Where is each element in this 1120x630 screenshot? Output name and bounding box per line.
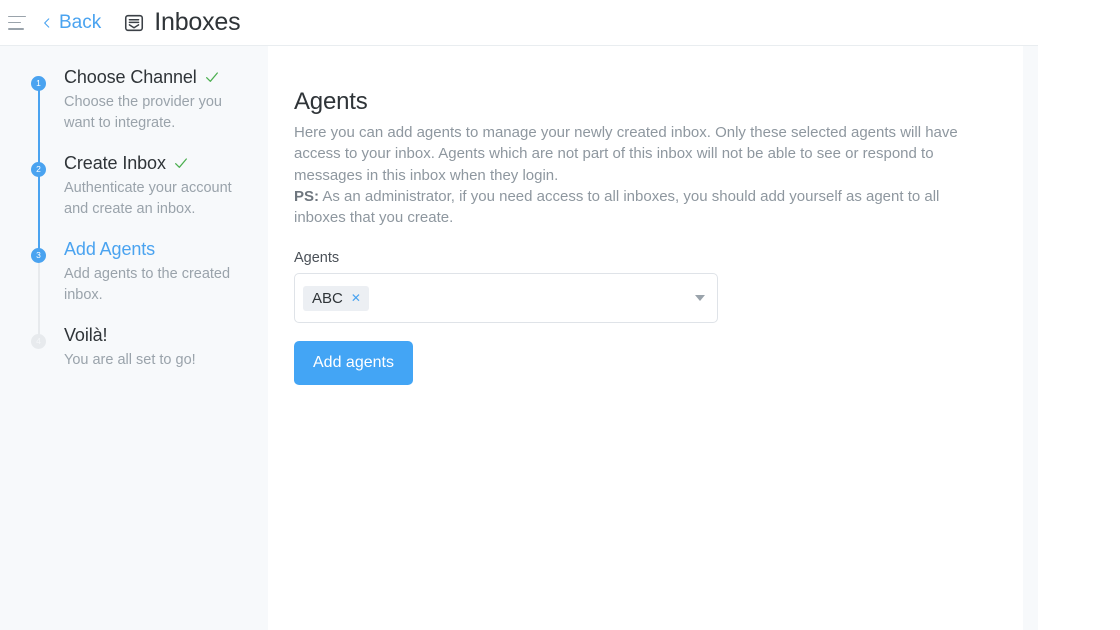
ps-text: As an administrator, if you need access … <box>294 187 940 227</box>
agents-field-label: Agents <box>294 250 340 267</box>
wizard-step-voila[interactable]: 4 Voilà! You are all set to go! <box>0 324 268 378</box>
step-title: Voilà! <box>64 324 108 345</box>
content-paragraph: Here you can add agents to manage your n… <box>294 124 958 184</box>
add-agents-button[interactable]: Add agents <box>294 341 413 386</box>
content-panel: Agents Here you can add agents to manage… <box>268 66 1023 630</box>
hamburger-icon[interactable] <box>8 15 26 30</box>
step-header: Add Agents <box>64 238 268 260</box>
inbox-icon <box>125 14 144 31</box>
step-description: Add agents to the created inbox. <box>64 266 231 304</box>
panel-gutter <box>1023 46 1038 630</box>
back-label: Back <box>59 11 102 33</box>
app-root: Back Inboxes 1 Choose Channel Choose the <box>0 0 1120 630</box>
step-header: Choose Channel <box>64 66 268 88</box>
wizard-step-choose-channel[interactable]: 1 Choose Channel Choose the provider you… <box>0 66 268 174</box>
back-button[interactable]: Back <box>38 12 101 34</box>
step-description: You are all set to go! <box>64 352 196 369</box>
agent-chip-label: ABC <box>312 289 343 307</box>
content-inner: Agents Here you can add agents to manage… <box>268 66 1023 386</box>
hamburger-line <box>8 27 24 30</box>
step-number-badge: 3 <box>31 248 46 264</box>
agents-multiselect[interactable]: ABC ✕ <box>294 273 718 324</box>
step-title: Create Inbox <box>64 152 166 173</box>
hamburger-line <box>8 21 21 24</box>
chevron-down-icon[interactable] <box>695 295 705 302</box>
agent-chip[interactable]: ABC ✕ <box>303 285 369 311</box>
step-header: Voilà! <box>64 324 268 346</box>
page-title: Inboxes <box>154 8 241 36</box>
step-description: Choose the provider you want to integrat… <box>64 94 222 132</box>
check-icon <box>205 72 218 82</box>
step-description: Authenticate your account and create an … <box>64 180 232 218</box>
chevron-left-icon <box>44 17 50 28</box>
check-icon <box>174 158 187 168</box>
step-header: Create Inbox <box>64 152 268 174</box>
content-title: Agents <box>294 88 368 115</box>
close-icon[interactable]: ✕ <box>351 292 361 304</box>
hamburger-line <box>8 15 26 18</box>
wizard-step-list: 1 Choose Channel Choose the provider you… <box>0 46 268 378</box>
ps-label: PS: <box>294 187 320 205</box>
top-bar: Back Inboxes <box>0 0 1038 46</box>
wizard-step-add-agents[interactable]: 3 Add Agents Add agents to the created i… <box>0 238 268 347</box>
right-scroll-area <box>1038 0 1120 630</box>
wizard-step-create-inbox[interactable]: 2 Create Inbox Authenticate your account… <box>0 152 268 261</box>
step-number-badge: 1 <box>31 76 46 91</box>
step-title: Add Agents <box>64 238 156 259</box>
content-description: Here you can add agents to manage your n… <box>294 122 994 228</box>
step-number-badge: 2 <box>31 162 46 178</box>
step-title: Choose Channel <box>64 66 197 87</box>
wizard-sidebar: 1 Choose Channel Choose the provider you… <box>0 46 268 630</box>
step-number-badge: 4 <box>31 334 46 350</box>
